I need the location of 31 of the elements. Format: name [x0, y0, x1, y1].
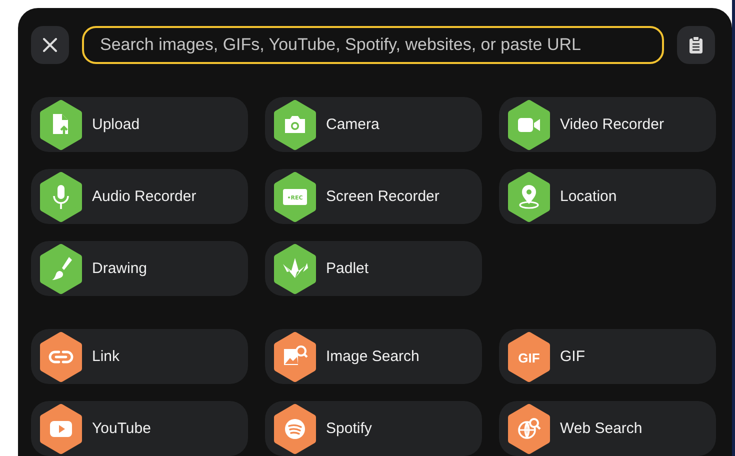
- globe-search-icon: [507, 404, 551, 454]
- tile-button[interactable]: Location: [499, 169, 716, 224]
- tile-button[interactable]: Link: [31, 329, 248, 384]
- spotify-icon: [273, 404, 317, 454]
- close-icon: [43, 38, 57, 52]
- tile-button[interactable]: GIF GIF: [499, 329, 716, 384]
- file-upload-icon: [39, 100, 83, 150]
- link-icon: [39, 332, 83, 382]
- microphone-icon: [39, 172, 83, 222]
- tile-button[interactable]: Video Recorder: [499, 97, 716, 152]
- search-field[interactable]: Search images, GIFs, YouTube, Spotify, websites, or paste URL: [82, 26, 664, 64]
- tile-button[interactable]: Drawing: [31, 241, 248, 296]
- paste-button[interactable]: [677, 26, 715, 64]
- tile-button[interactable]: Spotify: [265, 401, 482, 456]
- close-button[interactable]: [31, 26, 69, 64]
- location-pin-icon: [507, 172, 551, 222]
- tile-button[interactable]: Web Search: [499, 401, 716, 456]
- paper-crane-icon: [273, 244, 317, 294]
- tile-button[interactable]: Camera: [265, 97, 482, 152]
- tile-button[interactable]: Padlet: [265, 241, 482, 296]
- camera-icon: [273, 100, 317, 150]
- tile-button[interactable]: YouTube: [31, 401, 248, 456]
- image-search-icon: [273, 332, 317, 382]
- play-icon: [39, 404, 83, 454]
- icon-text: GIF: [518, 350, 540, 365]
- clipboard-icon: [689, 36, 703, 54]
- video-camera-icon: [507, 100, 551, 150]
- tile-button[interactable]: Upload: [31, 97, 248, 152]
- tile-button[interactable]: Audio Recorder: [31, 169, 248, 224]
- brush-icon: [39, 244, 83, 294]
- tile-button[interactable]: Image Search: [265, 329, 482, 384]
